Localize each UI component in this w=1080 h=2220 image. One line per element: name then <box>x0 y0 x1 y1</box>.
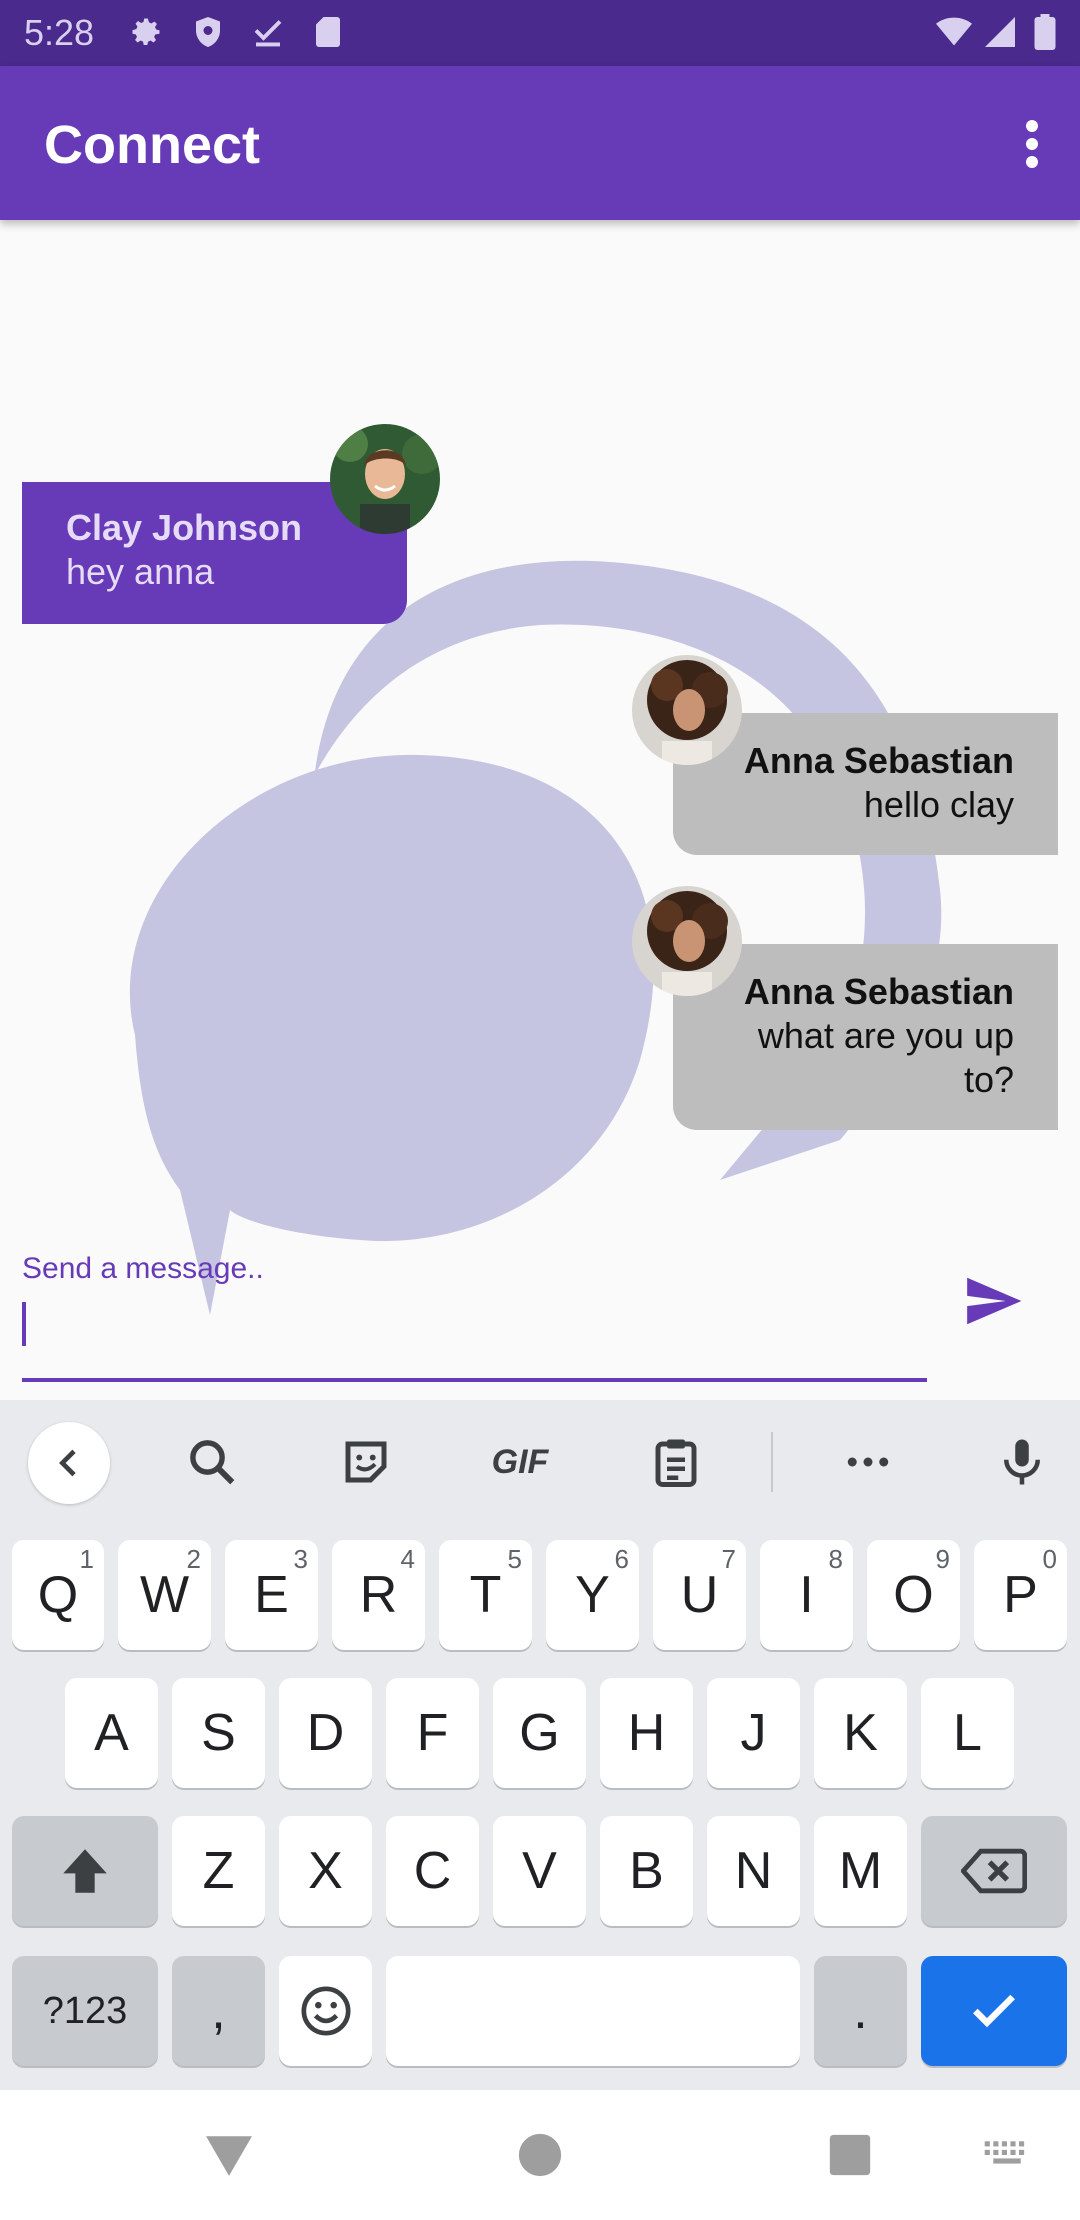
download-done-icon <box>254 20 282 47</box>
key-w[interactable]: W2 <box>118 1540 211 1650</box>
settings-icon <box>132 18 160 46</box>
cell-signal-icon <box>985 17 1015 47</box>
key-m[interactable]: M <box>814 1816 907 1926</box>
key-b[interactable]: B <box>600 1816 693 1926</box>
message-text: what are you up to? <box>757 1015 1014 1100</box>
key-g[interactable]: G <box>493 1678 586 1788</box>
input-underline <box>22 1378 927 1382</box>
chat-area[interactable]: Clay Johnson hey anna Anna Sebastian hel… <box>0 220 1080 1400</box>
key-l[interactable]: L <box>921 1678 1014 1788</box>
emoji-key[interactable] <box>279 1956 372 2066</box>
back-nav-icon[interactable] <box>194 2120 264 2190</box>
key-u[interactable]: U7 <box>653 1540 746 1650</box>
overflow-menu-icon[interactable] <box>1002 108 1062 178</box>
key-p[interactable]: P0 <box>974 1540 1067 1650</box>
key-y[interactable]: Y6 <box>546 1540 639 1650</box>
clipboard-icon[interactable] <box>640 1426 712 1498</box>
wifi-icon <box>936 17 972 46</box>
key-x[interactable]: X <box>279 1816 372 1926</box>
check-icon <box>973 1994 1015 2028</box>
sd-card-icon <box>316 17 340 47</box>
gif-label: GIF <box>491 1442 549 1481</box>
toolbar-divider <box>771 1432 773 1492</box>
sticker-icon[interactable] <box>330 1426 402 1498</box>
key-s[interactable]: S <box>172 1678 265 1788</box>
more-horizontal-icon[interactable] <box>832 1426 904 1498</box>
emoji-icon <box>301 1986 350 2036</box>
period-key[interactable]: . <box>814 1956 907 2066</box>
key-j[interactable]: J <box>707 1678 800 1788</box>
soft-keyboard: GIF Q1 W2 E3 R4 T5 Y6 U7 I8 O9 P0 A S D … <box>0 1400 1080 2090</box>
avatar-clay <box>330 424 440 534</box>
key-n[interactable]: N <box>707 1816 800 1926</box>
key-d[interactable]: D <box>279 1678 372 1788</box>
message-text: hey anna <box>66 551 215 592</box>
avatar-anna <box>632 886 742 996</box>
status-bar: 5:28 <box>0 0 1080 66</box>
gif-icon[interactable]: GIF <box>482 1426 558 1498</box>
key-a[interactable]: A <box>65 1678 158 1788</box>
key-t[interactable]: T5 <box>439 1540 532 1650</box>
status-time: 5:28 <box>24 12 95 53</box>
message-input[interactable] <box>22 1290 927 1380</box>
key-z[interactable]: Z <box>172 1816 265 1926</box>
shift-key[interactable] <box>12 1816 158 1926</box>
shift-icon <box>63 1849 107 1893</box>
avatar-anna <box>632 655 742 765</box>
symbols-key[interactable]: ?123 <box>12 1956 158 2066</box>
key-e[interactable]: E3 <box>225 1540 318 1650</box>
enter-key[interactable] <box>921 1956 1067 2066</box>
key-k[interactable]: K <box>814 1678 907 1788</box>
space-key[interactable] <box>386 1956 800 2066</box>
recents-nav-icon[interactable] <box>815 2120 885 2190</box>
text-cursor <box>22 1302 26 1346</box>
key-v[interactable]: V <box>493 1816 586 1926</box>
app-bar: Connect <box>0 66 1080 220</box>
message-sender: Anna Sebastian <box>743 740 1014 781</box>
key-o[interactable]: O9 <box>867 1540 960 1650</box>
backspace-icon <box>961 1848 1027 1894</box>
page-title: Connect <box>44 115 260 175</box>
key-r[interactable]: R4 <box>332 1540 425 1650</box>
keyboard-toolbar: GIF <box>0 1400 1080 1524</box>
key-f[interactable]: F <box>386 1678 479 1788</box>
comma-key[interactable]: , <box>172 1956 265 2066</box>
home-nav-icon[interactable] <box>505 2120 575 2190</box>
key-i[interactable]: I8 <box>760 1540 853 1650</box>
message-sender: Anna Sebastian <box>743 971 1014 1012</box>
send-icon[interactable] <box>958 1270 1028 1332</box>
keyboard-switch-icon[interactable] <box>972 2120 1042 2190</box>
key-h[interactable]: H <box>600 1678 693 1788</box>
key-q[interactable]: Q1 <box>12 1540 104 1650</box>
search-icon[interactable] <box>176 1426 248 1498</box>
message-input-label: Send a message.. <box>22 1252 264 1285</box>
backspace-key[interactable] <box>921 1816 1067 1926</box>
chevron-left-icon[interactable] <box>28 1422 110 1504</box>
shield-icon <box>196 17 220 47</box>
microphone-icon[interactable] <box>986 1426 1058 1498</box>
battery-icon <box>1034 14 1056 50</box>
navigation-bar <box>0 2090 1080 2220</box>
key-c[interactable]: C <box>386 1816 479 1926</box>
message-text: hello clay <box>863 784 1014 825</box>
